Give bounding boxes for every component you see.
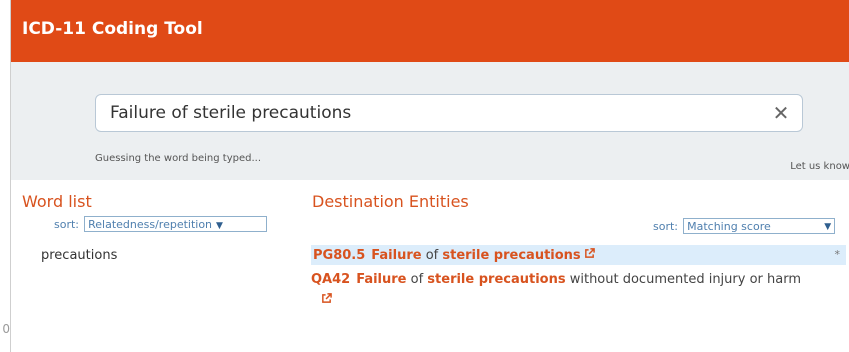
app-title: ICD-11 Coding Tool (22, 19, 203, 39)
sort-select-value: Relatedness/repetition (88, 217, 213, 231)
word-list-sort: sort: Relatedness/repetition ▼ (54, 213, 268, 232)
destination-title: Destination Entities (312, 192, 469, 211)
app-frame: ICD-11 Coding Tool ✕ Guessing the word b… (10, 0, 849, 352)
feedback-link[interactable]: Let us know (790, 161, 849, 172)
chevron-down-icon: ▼ (216, 220, 223, 231)
entity-keyword: sterile precautions (427, 272, 566, 287)
destination-sort-select[interactable]: Matching score ▼ (683, 217, 836, 234)
word-list-title: Word list (22, 192, 92, 211)
sort-label: sort: (653, 220, 679, 233)
entity-code[interactable]: QA42 (311, 272, 350, 287)
search-hint: Guessing the word being typed... (95, 153, 262, 164)
entity-text: of (421, 248, 443, 263)
word-list-sort-select[interactable]: Relatedness/repetition ▼ (84, 215, 268, 232)
entity-result-link[interactable] (311, 290, 332, 311)
sort-label: sort: (54, 218, 80, 231)
search-box: ✕ (95, 94, 803, 132)
entity-keyword: sterile precautions (442, 248, 581, 263)
edge-digit: 0 (2, 322, 10, 336)
entity-code[interactable]: PG80.5 (313, 248, 365, 263)
sort-select-value: Matching score (687, 219, 771, 233)
entity-marker: * (834, 248, 841, 261)
entity-text: without documented injury or harm (565, 272, 801, 287)
chevron-down-icon: ▼ (824, 221, 832, 232)
search-input[interactable] (110, 95, 750, 131)
close-icon[interactable]: ✕ (770, 102, 792, 124)
entity-result-row[interactable]: QA42 Failure of sterile precautions witho… (311, 270, 801, 290)
entity-text: of (406, 272, 428, 287)
search-panel: ✕ Guessing the word being typed... Let u… (11, 62, 849, 180)
entity-keyword: Failure (356, 272, 407, 287)
header-bar: ICD-11 Coding Tool (11, 0, 849, 62)
entity-result-row[interactable]: PG80.5 Failure of sterile precautions * (311, 245, 846, 265)
external-link-icon[interactable] (584, 245, 595, 265)
external-link-icon[interactable] (321, 290, 332, 310)
word-list-item[interactable]: precautions (41, 248, 117, 263)
entity-keyword: Failure (371, 248, 422, 263)
destination-sort: sort: Matching score ▼ (653, 215, 836, 234)
